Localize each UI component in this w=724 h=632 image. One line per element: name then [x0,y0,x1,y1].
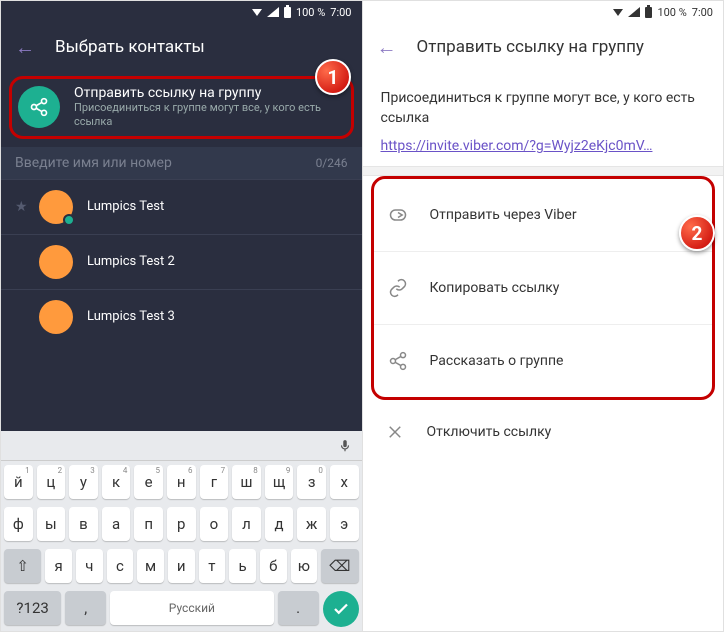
status-bar: 100 % 7:00 [363,1,724,23]
key-г[interactable]: 7г [200,465,229,499]
key-т[interactable]: т [199,549,226,583]
info-block: Присоединиться к группе могут все, у ког… [363,71,724,166]
key-з[interactable]: 0з [297,465,326,499]
key-comma[interactable]: , [65,591,106,625]
disable-link-label: Отключить ссылку [427,424,552,440]
contact-row[interactable]: ★ Lumpics Test [1,179,362,234]
battery-text: 100 % [296,6,325,19]
search-placeholder: Введите имя или номер [15,155,172,171]
section-divider [363,166,724,176]
key-с[interactable]: с [107,549,134,583]
battery-text: 100 % [657,6,686,19]
battery-icon [284,7,291,18]
key-о[interactable]: о [200,507,229,541]
share-option[interactable]: Рассказать о группе [374,325,713,397]
key-б[interactable]: б [260,549,287,583]
key-д[interactable]: д [265,507,294,541]
keyboard: 1й2ц3у4к5е6н7г8ш9щ0зх фывапролджэ ⇧ячсми… [1,431,362,631]
avatar [39,245,73,279]
close-icon [385,422,405,442]
signal-icon [267,7,279,17]
back-arrow-icon[interactable]: ← [377,35,397,60]
key-в[interactable]: в [69,507,98,541]
header: ← Отправить ссылку на группу [363,23,724,71]
key-space[interactable]: Русский [110,591,274,625]
back-arrow-icon[interactable]: ← [15,35,35,60]
share-icon [388,351,408,371]
status-bar: 100 % 7:00 [1,1,362,23]
key-ч[interactable]: ч [76,549,103,583]
share-option[interactable]: Копировать ссылку [374,252,713,325]
key-shift[interactable]: ⇧ [4,549,41,583]
dropdown-icon [252,9,262,16]
key-м[interactable]: м [137,549,164,583]
key-щ[interactable]: 9щ [265,465,294,499]
phone-screen-contacts: 100 % 7:00 ← Выбрать контакты 1 Отправит… [1,1,362,631]
phone-screen-share-link: 100 % 7:00 ← Отправить ссылку на группу … [362,1,724,631]
link-icon [388,278,408,298]
contact-row[interactable]: Lumpics Test 2 [1,234,362,289]
avatar [39,300,73,334]
key-я[interactable]: я [45,549,72,583]
key-и[interactable]: и [168,549,195,583]
key-х[interactable]: х [330,465,359,499]
key-ю[interactable]: ю [291,549,318,583]
share-group-link-card[interactable]: Отправить ссылку на группу Присоединитьс… [9,76,354,139]
time-text: 7:00 [692,6,713,19]
key-ф[interactable]: ф [4,507,33,541]
header: ← Выбрать контакты [1,23,362,71]
key-л[interactable]: л [232,507,261,541]
star-icon: ★ [15,199,25,215]
key-period[interactable]: . [278,591,319,625]
page-title: Отправить ссылку на группу [417,37,644,57]
page-title: Выбрать контакты [55,37,205,57]
key-й[interactable]: 1й [4,465,33,499]
contact-name: Lumpics Test [87,199,164,214]
contacts-list: ★ Lumpics Test Lumpics Test 2 Lumpics Te… [1,179,362,344]
keyboard-suggestion-bar [1,431,362,461]
key-р[interactable]: р [167,507,196,541]
share-card-title: Отправить ссылку на группу [74,85,345,101]
mic-icon[interactable] [338,439,352,453]
key-е[interactable]: 5е [134,465,163,499]
disable-link-option[interactable]: Отключить ссылку [363,400,724,464]
callout-marker-2: 2 [679,215,715,251]
invite-link[interactable]: https://invite.viber.com/?g=Wyjz2eKjc0mV… [381,138,706,154]
avatar [39,190,73,224]
key-numbers[interactable]: ?123 [4,591,61,625]
selection-counter: 0/246 [316,156,348,170]
key-ж[interactable]: ж [297,507,326,541]
key-ы[interactable]: ы [37,507,66,541]
callout-marker-1: 1 [315,59,351,95]
key-у[interactable]: 3у [69,465,98,499]
key-к[interactable]: 4к [102,465,131,499]
key-ь[interactable]: ь [229,549,256,583]
contact-row[interactable]: Lumpics Test 3 [1,289,362,344]
key-п[interactable]: п [134,507,163,541]
info-text: Присоединиться к группе могут все, у ког… [381,89,706,128]
key-н[interactable]: 6н [167,465,196,499]
time-text: 7:00 [330,6,351,19]
key-backspace[interactable]: ⌫ [321,549,358,583]
share-option[interactable]: Отправить через Viber [374,179,713,252]
send-icon [388,205,408,225]
key-enter[interactable] [323,591,359,627]
option-label: Отправить через Viber [430,207,577,223]
dropdown-icon [613,9,623,16]
search-input-row[interactable]: Введите имя или номер 0/246 [1,147,362,179]
option-label: Копировать ссылку [430,280,560,296]
key-ц[interactable]: 2ц [37,465,66,499]
contact-name: Lumpics Test 3 [87,309,175,324]
signal-icon [628,7,640,17]
share-options-list: Отправить через Viber Копировать ссылку … [371,176,716,400]
option-label: Рассказать о группе [430,353,564,369]
key-ш[interactable]: 8ш [232,465,261,499]
contact-name: Lumpics Test 2 [87,254,175,269]
share-card-subtitle: Присоединиться к группе могут все, у ког… [74,101,345,130]
share-icon [18,86,60,128]
key-а[interactable]: а [102,507,131,541]
key-э[interactable]: э [330,507,359,541]
battery-icon [645,7,652,18]
